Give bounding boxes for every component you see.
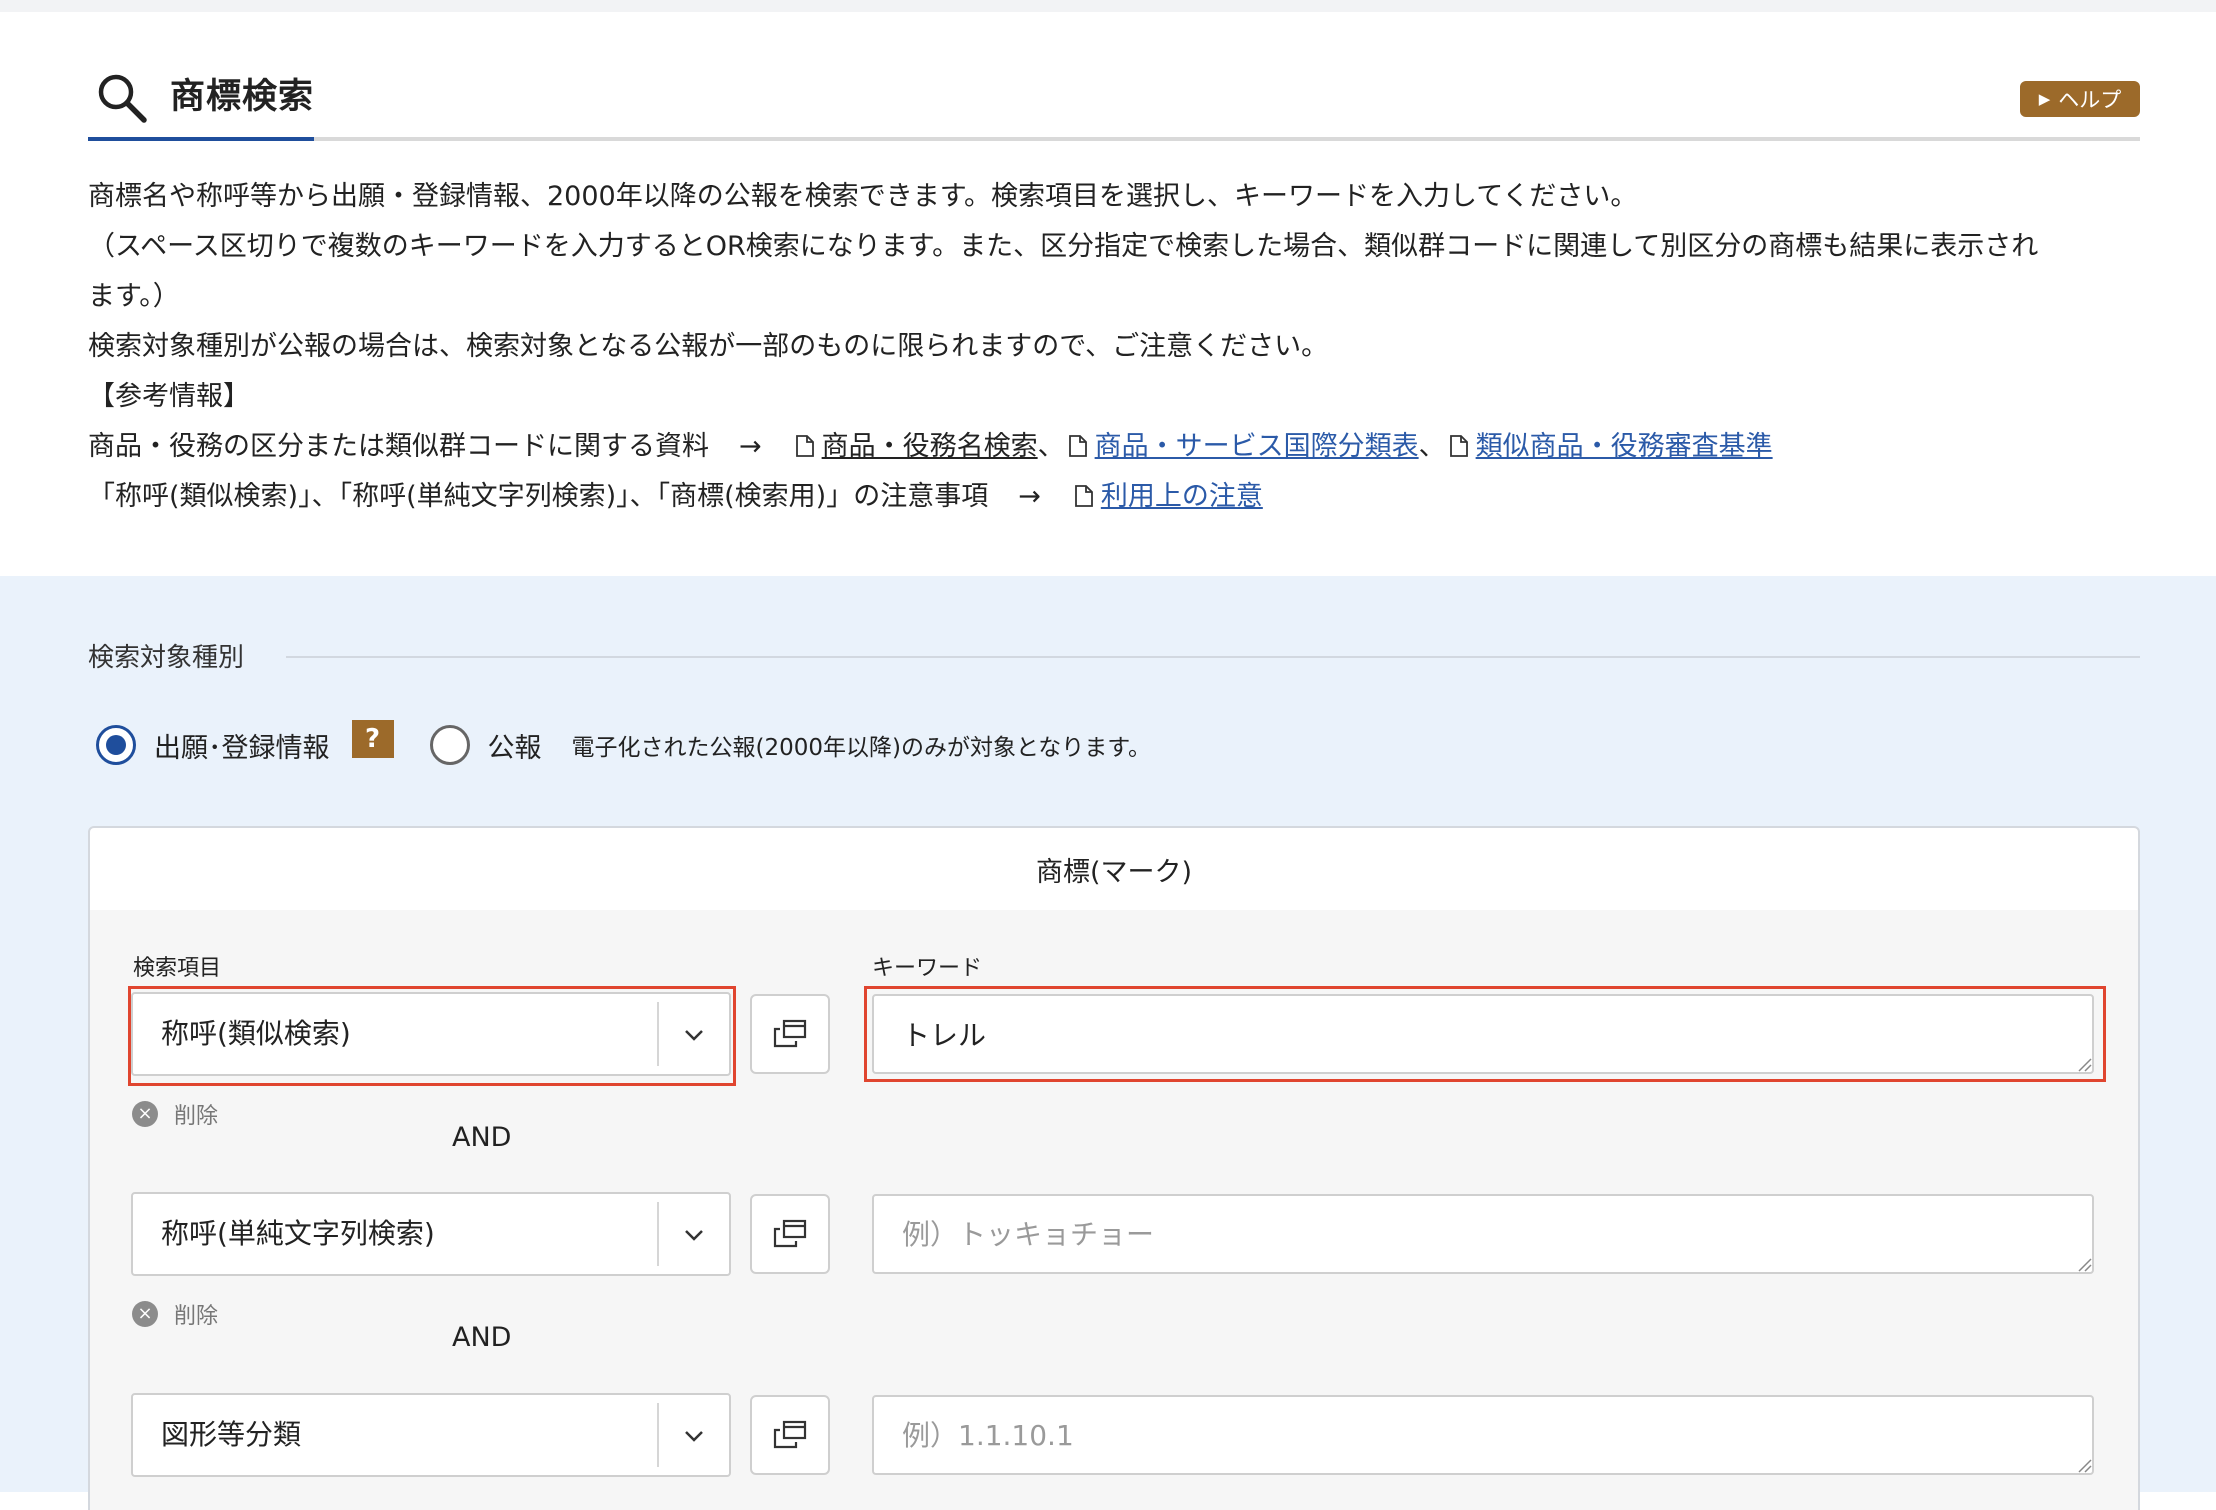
desc-line-3: ます。） xyxy=(88,281,180,312)
card-title: 商標(マーク) xyxy=(88,826,2140,912)
radio-label-gazette: 公報 xyxy=(487,732,542,764)
arrow-icon: → xyxy=(739,431,762,462)
radio-application-registration[interactable] xyxy=(96,725,136,765)
radio-gazette[interactable] xyxy=(429,725,470,765)
link-usage-notes[interactable]: 利用上の注意 xyxy=(1101,481,1263,512)
select-divider xyxy=(657,1403,659,1467)
close-icon: × xyxy=(132,1301,158,1327)
select-value: 図形等分類 xyxy=(161,1418,302,1451)
search-field-select-1[interactable]: 称呼(類似検索) xyxy=(131,992,731,1076)
play-icon: ▶ xyxy=(2038,90,2051,108)
search-icon xyxy=(98,74,147,123)
help-label: ヘルプ xyxy=(2058,88,2122,112)
separator: 、 xyxy=(1037,431,1065,462)
search-target-options: 出願･登録情報 ? 公報 電子化された公報(2000年以降)のみが対象となります… xyxy=(96,720,1151,770)
ref-line-2: 「称呼(類似検索)」、「称呼(単純文字列検索)」、「商標(検索用)」の注意事項 →… xyxy=(88,472,2148,522)
search-field-select-2[interactable]: 称呼(単純文字列検索) xyxy=(131,1192,731,1276)
keyword-input-1[interactable] xyxy=(872,994,2094,1074)
ref1-text: 商品・役務の区分または類似群コードに関する資料 xyxy=(88,431,709,462)
and-operator-2: AND xyxy=(452,1322,512,1353)
card-title-text: 商標(マーク) xyxy=(1035,856,1193,888)
keyword-label: キーワード xyxy=(872,956,983,981)
question-icon[interactable]: ? xyxy=(351,720,394,758)
copy-row-button-1[interactable] xyxy=(750,994,830,1074)
desc-line-4: 検索対象種別が公報の場合は、検索対象となる公報が一部のものに限られますので、ご注… xyxy=(88,331,1329,362)
arrow-icon: → xyxy=(1018,481,1041,512)
ref2-text: 「称呼(類似検索)」、「称呼(単純文字列検索)」、「商標(検索用)」の注意事項 xyxy=(88,481,989,512)
duplicate-icon xyxy=(773,1219,807,1248)
header-divider-accent xyxy=(88,137,314,141)
desc-line-2: （スペース区切りで複数のキーワードを入力するとOR検索になります。また、区分指定… xyxy=(88,231,2039,262)
link-international-classification[interactable]: 商品・サービス国際分類表 xyxy=(1095,431,1419,462)
link-similar-goods-criteria[interactable]: 類似商品・役務審査基準 xyxy=(1476,431,1773,462)
header-divider xyxy=(88,137,2140,141)
keyword-input-2[interactable] xyxy=(872,1194,2094,1274)
desc-line-1: 商標名や称呼等から出願・登録情報、2000年以降の公報を検索できます。検索項目を… xyxy=(88,181,1638,212)
radio-label-application-registration: 出願･登録情報 xyxy=(154,732,330,764)
help-button[interactable]: ▶ ヘルプ xyxy=(2020,81,2140,117)
description: 商標名や称呼等から出願・登録情報、2000年以降の公報を検索できます。検索項目を… xyxy=(88,172,2148,522)
document-icon xyxy=(795,435,814,457)
duplicate-icon xyxy=(773,1019,807,1048)
select-divider xyxy=(657,1002,659,1066)
section-divider xyxy=(286,656,2140,658)
document-icon xyxy=(1449,435,1468,457)
copy-row-button-2[interactable] xyxy=(750,1194,830,1274)
search-field-select-3[interactable]: 図形等分類 xyxy=(131,1393,731,1477)
duplicate-icon xyxy=(773,1420,807,1449)
gazette-note: 電子化された公報(2000年以降)のみが対象となります。 xyxy=(571,735,1152,761)
separator: 、 xyxy=(1418,431,1446,462)
page-title: 商標検索 xyxy=(170,77,315,117)
search-target-label: 検索対象種別 xyxy=(88,643,245,673)
keyword-input-3[interactable] xyxy=(872,1395,2094,1475)
select-divider xyxy=(657,1202,659,1266)
ref-line-1: 商品・役務の区分または類似群コードに関する資料 → 商品・役務名検索、 商品・サービス… xyxy=(88,422,2148,472)
search-field-label: 検索項目 xyxy=(133,956,222,981)
select-value: 称呼(単純文字列検索) xyxy=(161,1217,435,1250)
select-value: 称呼(類似検索) xyxy=(161,1017,351,1050)
chevron-down-icon xyxy=(685,1230,703,1241)
close-icon: × xyxy=(132,1101,158,1127)
delete-label: 削除 xyxy=(174,1304,219,1329)
and-operator-1: AND xyxy=(452,1122,512,1153)
copy-row-button-3[interactable] xyxy=(750,1395,830,1475)
chevron-down-icon xyxy=(685,1030,703,1041)
delete-label: 削除 xyxy=(174,1104,219,1129)
chevron-down-icon xyxy=(685,1431,703,1442)
delete-row-2[interactable]: × 削除 xyxy=(132,1298,218,1330)
document-icon xyxy=(1068,435,1087,457)
delete-row-1[interactable]: × 削除 xyxy=(132,1098,218,1130)
link-goods-services-search[interactable]: 商品・役務名検索 xyxy=(822,431,1038,462)
desc-line-5: 【参考情報】 xyxy=(88,381,250,412)
document-icon xyxy=(1074,485,1093,507)
top-strip xyxy=(0,0,2216,12)
